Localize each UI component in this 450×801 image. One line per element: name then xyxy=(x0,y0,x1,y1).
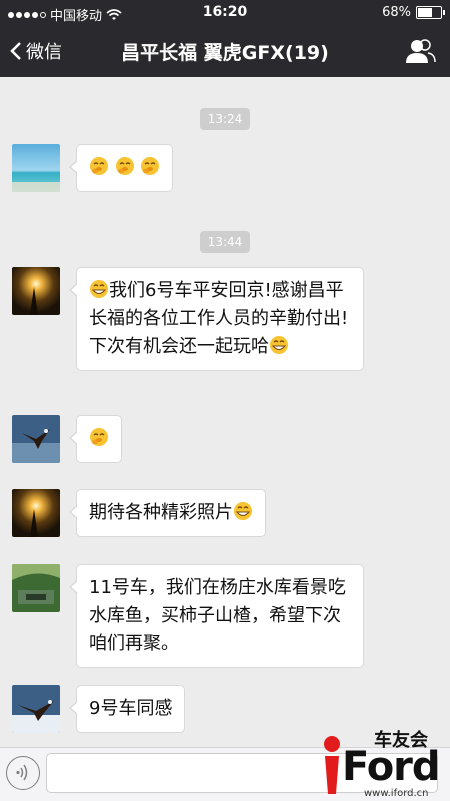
battery-percent: 68% xyxy=(382,5,411,20)
iford-logo-icon xyxy=(324,736,340,794)
chat-area[interactable]: 13:24 13:44 我们6号车平安回京!感谢昌平长福的各位工作人员的辛勤付出… xyxy=(0,77,450,747)
grin-emoji-icon xyxy=(234,502,252,520)
timestamp: 13:24 xyxy=(0,108,450,130)
timestamp: 13:44 xyxy=(0,231,450,253)
voice-button[interactable] xyxy=(6,756,40,790)
group-info-icon[interactable] xyxy=(406,37,436,65)
message-row xyxy=(12,144,174,192)
message-bubble[interactable]: 我们6号车平安回京!感谢昌平长福的各位工作人员的辛勤付出! 下次有机会还一起玩哈 xyxy=(69,267,364,371)
chat-title: 昌平长福 翼虎GFX(19) xyxy=(121,42,329,64)
status-bar: 中国移动 16:20 68% xyxy=(0,0,450,26)
nav-bar: 微信 昌平长福 翼虎GFX(19) xyxy=(0,26,450,77)
message-row: 11号车，我们在杨庄水库看景吃水库鱼，买柿子山楂，希望下次咱们再聚。 xyxy=(12,564,364,668)
grin-emoji-icon xyxy=(270,336,288,354)
eagle-avatar[interactable] xyxy=(12,415,60,463)
sea-avatar[interactable] xyxy=(12,144,60,192)
message-bubble[interactable]: 9号车同感 xyxy=(68,685,186,733)
message-row: 期待各种精彩照片 xyxy=(12,489,266,537)
giggle-emoji-icon xyxy=(90,428,108,446)
giggle-emoji-icon xyxy=(115,157,134,175)
giggle-emoji-icon xyxy=(141,157,160,175)
eagle-avatar[interactable] xyxy=(12,685,60,733)
top-bar: 中国移动 16:20 68% 微信 昌平长福 翼虎GFX(19) xyxy=(0,0,450,77)
message-row: 我们6号车平安回京!感谢昌平长福的各位工作人员的辛勤付出! 下次有机会还一起玩哈 xyxy=(12,267,364,371)
watermark-url: www.iford.cn xyxy=(364,788,429,799)
message-bubble[interactable] xyxy=(68,144,174,192)
giggle-emoji-icon xyxy=(90,157,108,175)
sunset-avatar[interactable] xyxy=(12,489,60,537)
battery-icon xyxy=(416,6,445,19)
sunset-avatar[interactable] xyxy=(12,267,60,315)
message-bubble[interactable] xyxy=(69,415,122,463)
landscape-avatar[interactable] xyxy=(12,564,60,612)
grin-emoji-icon xyxy=(90,280,108,298)
battery-status: 68% xyxy=(382,5,445,20)
message-text: 9号车同感 xyxy=(89,698,173,719)
message-text: 期待各种精彩照片 xyxy=(89,502,233,523)
voice-icon xyxy=(16,764,28,781)
message-bubble[interactable]: 11号车，我们在杨庄水库看景吃水库鱼，买柿子山楂，希望下次咱们再聚。 xyxy=(69,564,364,668)
watermark-logo-text: Ford xyxy=(342,744,441,790)
message-bubble[interactable]: 期待各种精彩照片 xyxy=(69,489,266,537)
message-row: 9号车同感 xyxy=(12,685,186,733)
message-row xyxy=(12,415,122,463)
message-text: 我们6号车平安回京!感谢昌平长福的各位工作人员的辛勤付出! 下次有机会还一起玩哈 xyxy=(89,280,349,357)
message-text: 11号车，我们在杨庄水库看景吃水库鱼，买柿子山楂，希望下次咱们再聚。 xyxy=(89,577,346,654)
iford-watermark: 车友会 Ford www.iford.cn xyxy=(322,726,450,800)
